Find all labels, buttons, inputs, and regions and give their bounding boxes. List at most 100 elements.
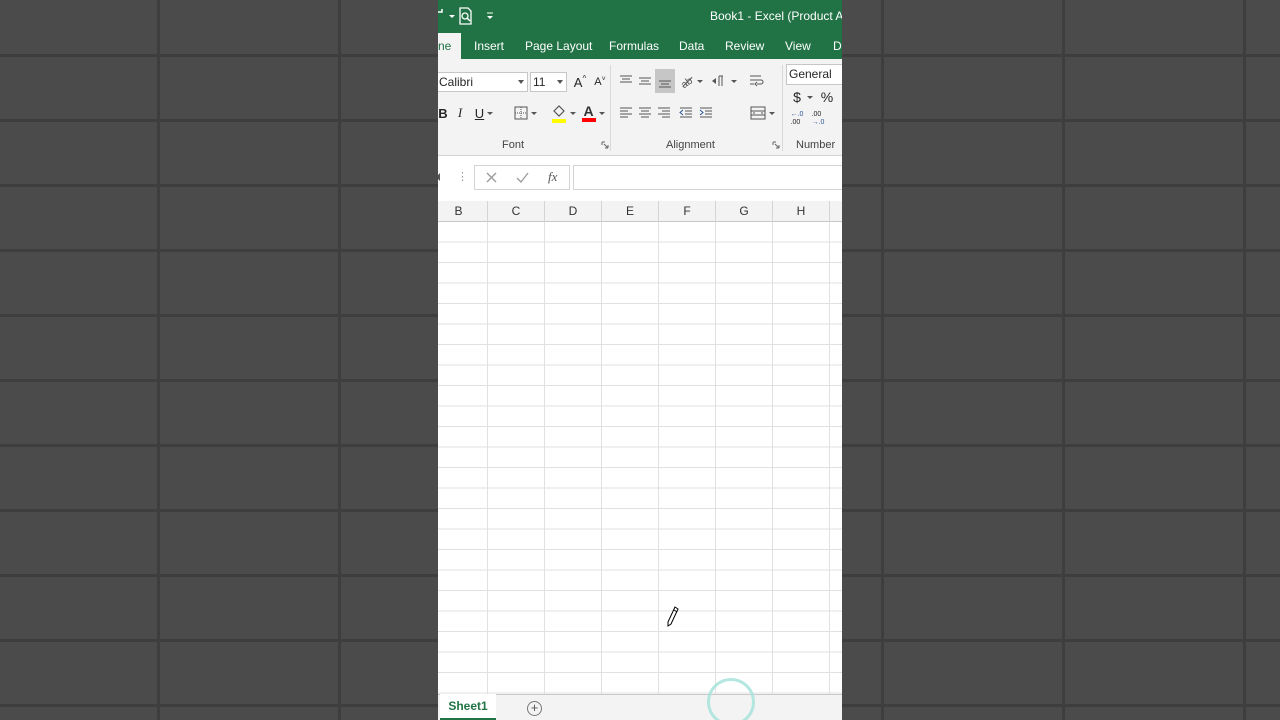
bottom-align-button[interactable] xyxy=(655,69,675,93)
column-divider xyxy=(715,222,716,694)
text-direction-button[interactable] xyxy=(710,71,738,91)
column-header-e[interactable]: E xyxy=(602,201,659,222)
column-divider xyxy=(601,222,602,694)
bold-button[interactable]: B xyxy=(438,104,448,122)
column-divider xyxy=(829,222,830,694)
currency-icon: $ xyxy=(793,89,801,105)
top-align-icon xyxy=(620,75,632,83)
align-right-button[interactable] xyxy=(656,104,672,122)
cancel-icon[interactable] xyxy=(486,172,497,183)
merge-center-button[interactable] xyxy=(748,104,776,122)
wrap-text-icon xyxy=(750,75,764,87)
shrink-font-icon: A xyxy=(594,76,602,88)
number-format-dropdown[interactable]: General xyxy=(786,64,842,85)
column-header-b[interactable]: B xyxy=(438,201,488,222)
cell-grid[interactable] xyxy=(438,222,842,694)
tab-view[interactable]: View xyxy=(785,33,811,59)
alignment-group-label: Alignment xyxy=(666,139,715,151)
tab-data[interactable]: Data xyxy=(679,33,704,59)
column-divider xyxy=(544,222,545,694)
column-divider xyxy=(658,222,659,694)
font-color-button[interactable]: A xyxy=(579,102,607,124)
excel-window: Book1 - Excel (Product Activ ne Insert P… xyxy=(438,0,842,720)
wrap-text-button[interactable] xyxy=(748,71,766,91)
add-sheet-icon[interactable]: + xyxy=(527,701,542,716)
bottom-align-icon xyxy=(659,80,671,88)
underline-icon: U xyxy=(474,105,485,121)
align-left-icon xyxy=(620,107,632,118)
align-center-icon xyxy=(639,107,651,118)
column-divider xyxy=(772,222,773,694)
title-bar: Book1 - Excel (Product Activ xyxy=(438,0,842,33)
ribbon: Calibri 11 A ^ A ˅ B I U A Font Alignmen… xyxy=(438,59,842,156)
borders-button[interactable] xyxy=(510,104,540,122)
column-header-f[interactable]: F xyxy=(659,201,716,222)
group-separator xyxy=(610,65,611,151)
undo-icon[interactable] xyxy=(438,6,455,26)
ribbon-tabs: ne Insert Page Layout Formulas Data Revi… xyxy=(438,33,842,59)
tab-developer[interactable]: De xyxy=(833,33,842,59)
column-header-d[interactable]: D xyxy=(545,201,602,222)
column-headers: B C D E F G H xyxy=(438,201,842,222)
orientation-button[interactable]: ab xyxy=(679,71,703,91)
font-size-dropdown[interactable]: 11 xyxy=(530,72,567,92)
enter-check-icon[interactable] xyxy=(516,172,529,183)
grow-font-icon: A xyxy=(573,74,583,90)
increase-decimal-icon: ←.0.00 xyxy=(790,111,804,126)
tab-formulas[interactable]: Formulas xyxy=(609,33,659,59)
borders-icon xyxy=(514,106,527,120)
number-group-label: Number xyxy=(796,139,836,151)
shrink-font-button[interactable]: A ˅ xyxy=(593,72,607,92)
window-title: Book1 - Excel (Product Activ xyxy=(710,9,842,23)
font-group-label: Font xyxy=(502,139,525,151)
fill-color-button[interactable] xyxy=(549,102,577,124)
middle-align-icon xyxy=(639,77,651,85)
column-divider xyxy=(487,222,488,694)
increase-indent-icon xyxy=(699,107,712,118)
column-header-c[interactable]: C xyxy=(488,201,545,222)
decrease-indent-button[interactable] xyxy=(678,104,694,122)
font-dialog-launcher-icon[interactable] xyxy=(601,141,609,149)
fill-bucket-icon xyxy=(551,105,566,123)
click-indicator xyxy=(707,678,755,720)
number-format-value: General xyxy=(789,67,832,81)
italic-button[interactable]: I xyxy=(454,104,466,122)
align-center-button[interactable] xyxy=(637,104,653,122)
name-box-dropdown-icon[interactable] xyxy=(438,173,440,181)
middle-align-button[interactable] xyxy=(637,71,653,91)
sheet-tab-sheet1[interactable]: Sheet1 xyxy=(440,694,496,720)
formula-buttons: fx xyxy=(474,165,570,190)
increase-indent-button[interactable] xyxy=(698,104,714,122)
formula-input[interactable] xyxy=(573,165,842,190)
increase-decimal-button[interactable]: ←.0.00 xyxy=(788,109,806,129)
font-name-dropdown[interactable]: Calibri xyxy=(438,72,528,92)
font-name-value: Calibri xyxy=(439,75,474,89)
tab-home[interactable]: ne xyxy=(438,33,462,59)
grow-font-button[interactable]: A ^ xyxy=(572,72,588,92)
formula-bar-grip-icon: ⋮ xyxy=(457,171,468,183)
sheet-tab-bar: Sheet1 + xyxy=(438,694,842,720)
column-header-g[interactable]: G xyxy=(716,201,773,222)
decrease-decimal-button[interactable]: .00 →.0 xyxy=(809,109,827,129)
group-separator xyxy=(782,65,783,151)
column-header-h[interactable]: H xyxy=(773,201,830,222)
text-direction-icon xyxy=(712,75,723,86)
underline-button[interactable]: U xyxy=(472,104,496,122)
formula-bar: ⋮ fx xyxy=(438,157,842,195)
customize-qat-icon[interactable] xyxy=(486,6,494,26)
align-left-button[interactable] xyxy=(618,104,634,122)
decrease-decimal-icon: .00 →.0 xyxy=(811,111,825,126)
insert-function-icon[interactable]: fx xyxy=(548,169,557,185)
align-right-icon xyxy=(658,107,670,118)
font-size-value: 11 xyxy=(533,75,546,89)
top-align-button[interactable] xyxy=(618,71,634,91)
tab-page-layout[interactable]: Page Layout xyxy=(525,33,592,59)
tab-review[interactable]: Review xyxy=(725,33,764,59)
currency-button[interactable]: $ xyxy=(790,88,816,106)
pen-cursor-icon xyxy=(667,606,679,627)
orientation-icon: ab xyxy=(679,75,694,89)
tab-insert[interactable]: Insert xyxy=(474,33,504,59)
percent-button[interactable]: % xyxy=(820,88,834,106)
print-preview-icon[interactable] xyxy=(458,6,474,26)
alignment-dialog-launcher-icon[interactable] xyxy=(772,141,780,149)
